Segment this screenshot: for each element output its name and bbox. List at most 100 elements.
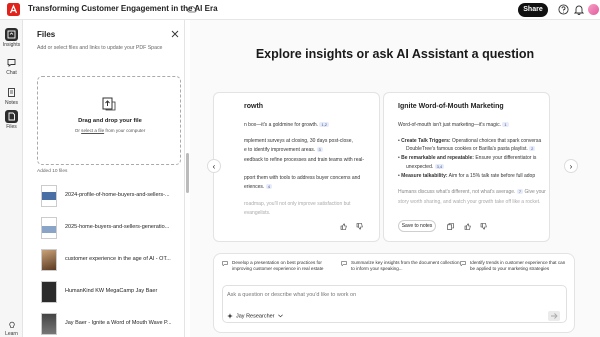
upload-file-icon — [102, 97, 116, 111]
file-name: HumanKind KW MegaCamp Jay Baer — [65, 288, 158, 294]
card-line: mplement surveys at closing, 30 days pos… — [244, 138, 353, 144]
notes-icon — [8, 88, 15, 97]
bullet-heading: Measure talkability: — [401, 173, 448, 179]
file-list-item[interactable]: Jay Baer - Ignite a Word of Mouth Wave P… — [37, 313, 177, 335]
suggestion-chip[interactable]: Identify trends in customer experience t… — [460, 260, 570, 278]
file-name: 2025-home-buyers-and-sellers-generatio..… — [65, 224, 170, 230]
chevron-down-icon — [278, 314, 283, 318]
file-list-item[interactable]: 2025-home-buyers-and-sellers-generatio..… — [37, 217, 177, 239]
card-line: pport them with tools to address buyer c… — [244, 175, 361, 181]
card-line-text: Word-of-mouth isn't just marketing—it's … — [398, 122, 501, 128]
card-fade-text: roadmap, you'll not only improve satisfa… — [244, 201, 351, 207]
researcher-icon — [227, 313, 233, 319]
card-intro: Word-of-mouth isn't just marketing—it's … — [398, 122, 509, 128]
citation-badge[interactable]: 2 — [529, 146, 536, 151]
file-name: 2024-profile-of-home-buyers-and-sellers-… — [65, 192, 170, 198]
rail-item-insights[interactable]: Insights — [0, 28, 23, 48]
fade-text: Give your — [523, 189, 546, 195]
file-thumbnail — [41, 281, 57, 303]
fade-text: Humans discuss what's different, not wha… — [398, 189, 516, 195]
citation-badge[interactable]: 1 — [502, 122, 509, 127]
suggestion-text: Identify trends in customer experience t… — [470, 260, 566, 271]
main-area: Explore insights or ask AI Assistant a q… — [190, 20, 600, 337]
insights-icon — [5, 28, 18, 41]
carousel-prev-button[interactable]: ‹ — [207, 159, 221, 173]
ask-question-input[interactable]: Ask a question or describe what you'd li… — [222, 285, 567, 323]
card-bullet: • Be remarkable and repeatable: Ensure y… — [398, 155, 537, 161]
carousel-next-button[interactable]: › — [564, 159, 578, 173]
bullet-text: Operational choices that spark conversa — [450, 138, 542, 144]
share-button[interactable]: Share — [518, 3, 548, 17]
file-list-item[interactable]: HumanKind KW MegaCamp Jay Baer — [37, 281, 177, 303]
left-rail: Insights Chat Notes Files Learn — [0, 20, 23, 337]
card-fade-text: Humans discuss what's different, not wha… — [398, 189, 546, 195]
save-to-notes-button[interactable]: Save to notes — [398, 220, 436, 232]
card-line: e to identify improvement areas. 3 — [244, 147, 323, 153]
suggestion-icon — [460, 261, 466, 266]
thumbs-up-icon[interactable] — [464, 223, 471, 230]
close-icon[interactable] — [171, 30, 179, 38]
suggestion-chip[interactable]: Develop a presentation on best practices… — [222, 260, 337, 278]
rail-label-insights: Insights — [2, 42, 21, 48]
top-bar: Transforming Customer Engagement in the … — [0, 0, 600, 20]
file-list-item[interactable]: customer experience in the age of AI - O… — [37, 249, 177, 271]
dropzone-title: Drag and drop your file — [78, 118, 142, 124]
thumbs-down-icon[interactable] — [480, 223, 487, 230]
file-thumbnail — [41, 217, 57, 239]
thumbs-down-icon[interactable] — [356, 223, 363, 230]
chat-icon — [7, 59, 16, 67]
researcher-selector[interactable]: Jay Researcher — [227, 313, 283, 319]
bullet-heading: Be remarkable and repeatable: — [401, 155, 474, 161]
dropzone-subtitle: Or select a file from your computer — [38, 128, 182, 133]
files-panel-title: Files — [37, 30, 56, 39]
page-title: Explore insights or ask AI Assistant a q… — [255, 47, 535, 61]
cloud-icon[interactable] — [187, 5, 197, 13]
rail-label-chat: Chat — [6, 70, 17, 76]
select-file-link[interactable]: select a file — [81, 128, 104, 133]
files-scrollbar[interactable] — [186, 153, 189, 193]
suggestion-chip[interactable]: Summarize key insights from the document… — [341, 260, 460, 278]
help-icon[interactable] — [558, 4, 569, 15]
card-bullet: • Measure talkability: Aim for a 15% tal… — [398, 173, 536, 179]
files-panel: Files Add or select files and links to u… — [23, 20, 185, 337]
dropzone-suffix: from your computer — [105, 128, 146, 133]
suggestion-icon — [341, 261, 347, 266]
bullet-text: DoubleTree's famous cookies or Barilla's… — [406, 146, 528, 152]
citation-badge[interactable]: 4 — [265, 184, 272, 189]
bullet-text: Ensure your differentiator is — [473, 155, 537, 161]
lightbulb-icon — [8, 321, 15, 328]
thumbs-up-icon[interactable] — [340, 223, 347, 230]
citation-badge[interactable]: 3 — [316, 147, 323, 152]
insight-card-growth: rowth n box—it's a goldmine for growth. … — [213, 92, 380, 242]
copy-icon[interactable] — [447, 223, 454, 230]
citation-badge[interactable]: 3,4 — [434, 164, 445, 169]
rail-item-notes[interactable]: Notes — [0, 86, 23, 106]
file-dropzone[interactable]: Drag and drop your file Or select a file… — [37, 76, 181, 165]
card-line: eriences. 4 — [244, 184, 272, 190]
ask-input-placeholder: Ask a question or describe what you'd li… — [227, 292, 357, 298]
suggestion-icon — [222, 261, 228, 266]
send-button[interactable] — [548, 311, 560, 321]
rail-item-files[interactable]: Files — [0, 110, 23, 130]
card-bullet-cont: unexpected. 3,4 — [406, 164, 445, 170]
suggestion-text: Develop a presentation on best practices… — [232, 260, 324, 271]
card-fade-text: evangelists. — [244, 210, 271, 216]
file-thumbnail — [41, 249, 57, 271]
card-title: Ignite Word-of-Mouth Marketing — [398, 103, 504, 110]
file-list-item[interactable]: 2024-profile-of-home-buyers-and-sellers-… — [37, 185, 177, 207]
rail-item-learn[interactable]: Learn — [0, 320, 23, 337]
card-line-text: n box—it's a goldmine for growth. — [244, 122, 319, 128]
card-bullet: • Create Talk Triggers: Operational choi… — [398, 138, 542, 144]
files-panel-subtitle: Add or select files and links to update … — [37, 45, 163, 51]
citation-badge[interactable]: 1,2 — [319, 122, 329, 127]
file-name: customer experience in the age of AI - O… — [65, 256, 171, 262]
chevron-left-icon: ‹ — [212, 162, 216, 171]
researcher-label: Jay Researcher — [236, 313, 275, 320]
bell-icon[interactable] — [574, 4, 584, 15]
file-thumbnail — [41, 313, 57, 335]
card-line: n box—it's a goldmine for growth. 1,2 — [244, 122, 329, 128]
acrobat-logo-icon[interactable] — [7, 3, 20, 16]
avatar[interactable] — [588, 4, 599, 15]
rail-item-chat[interactable]: Chat — [0, 56, 23, 76]
rail-label-learn: Learn — [5, 331, 18, 337]
